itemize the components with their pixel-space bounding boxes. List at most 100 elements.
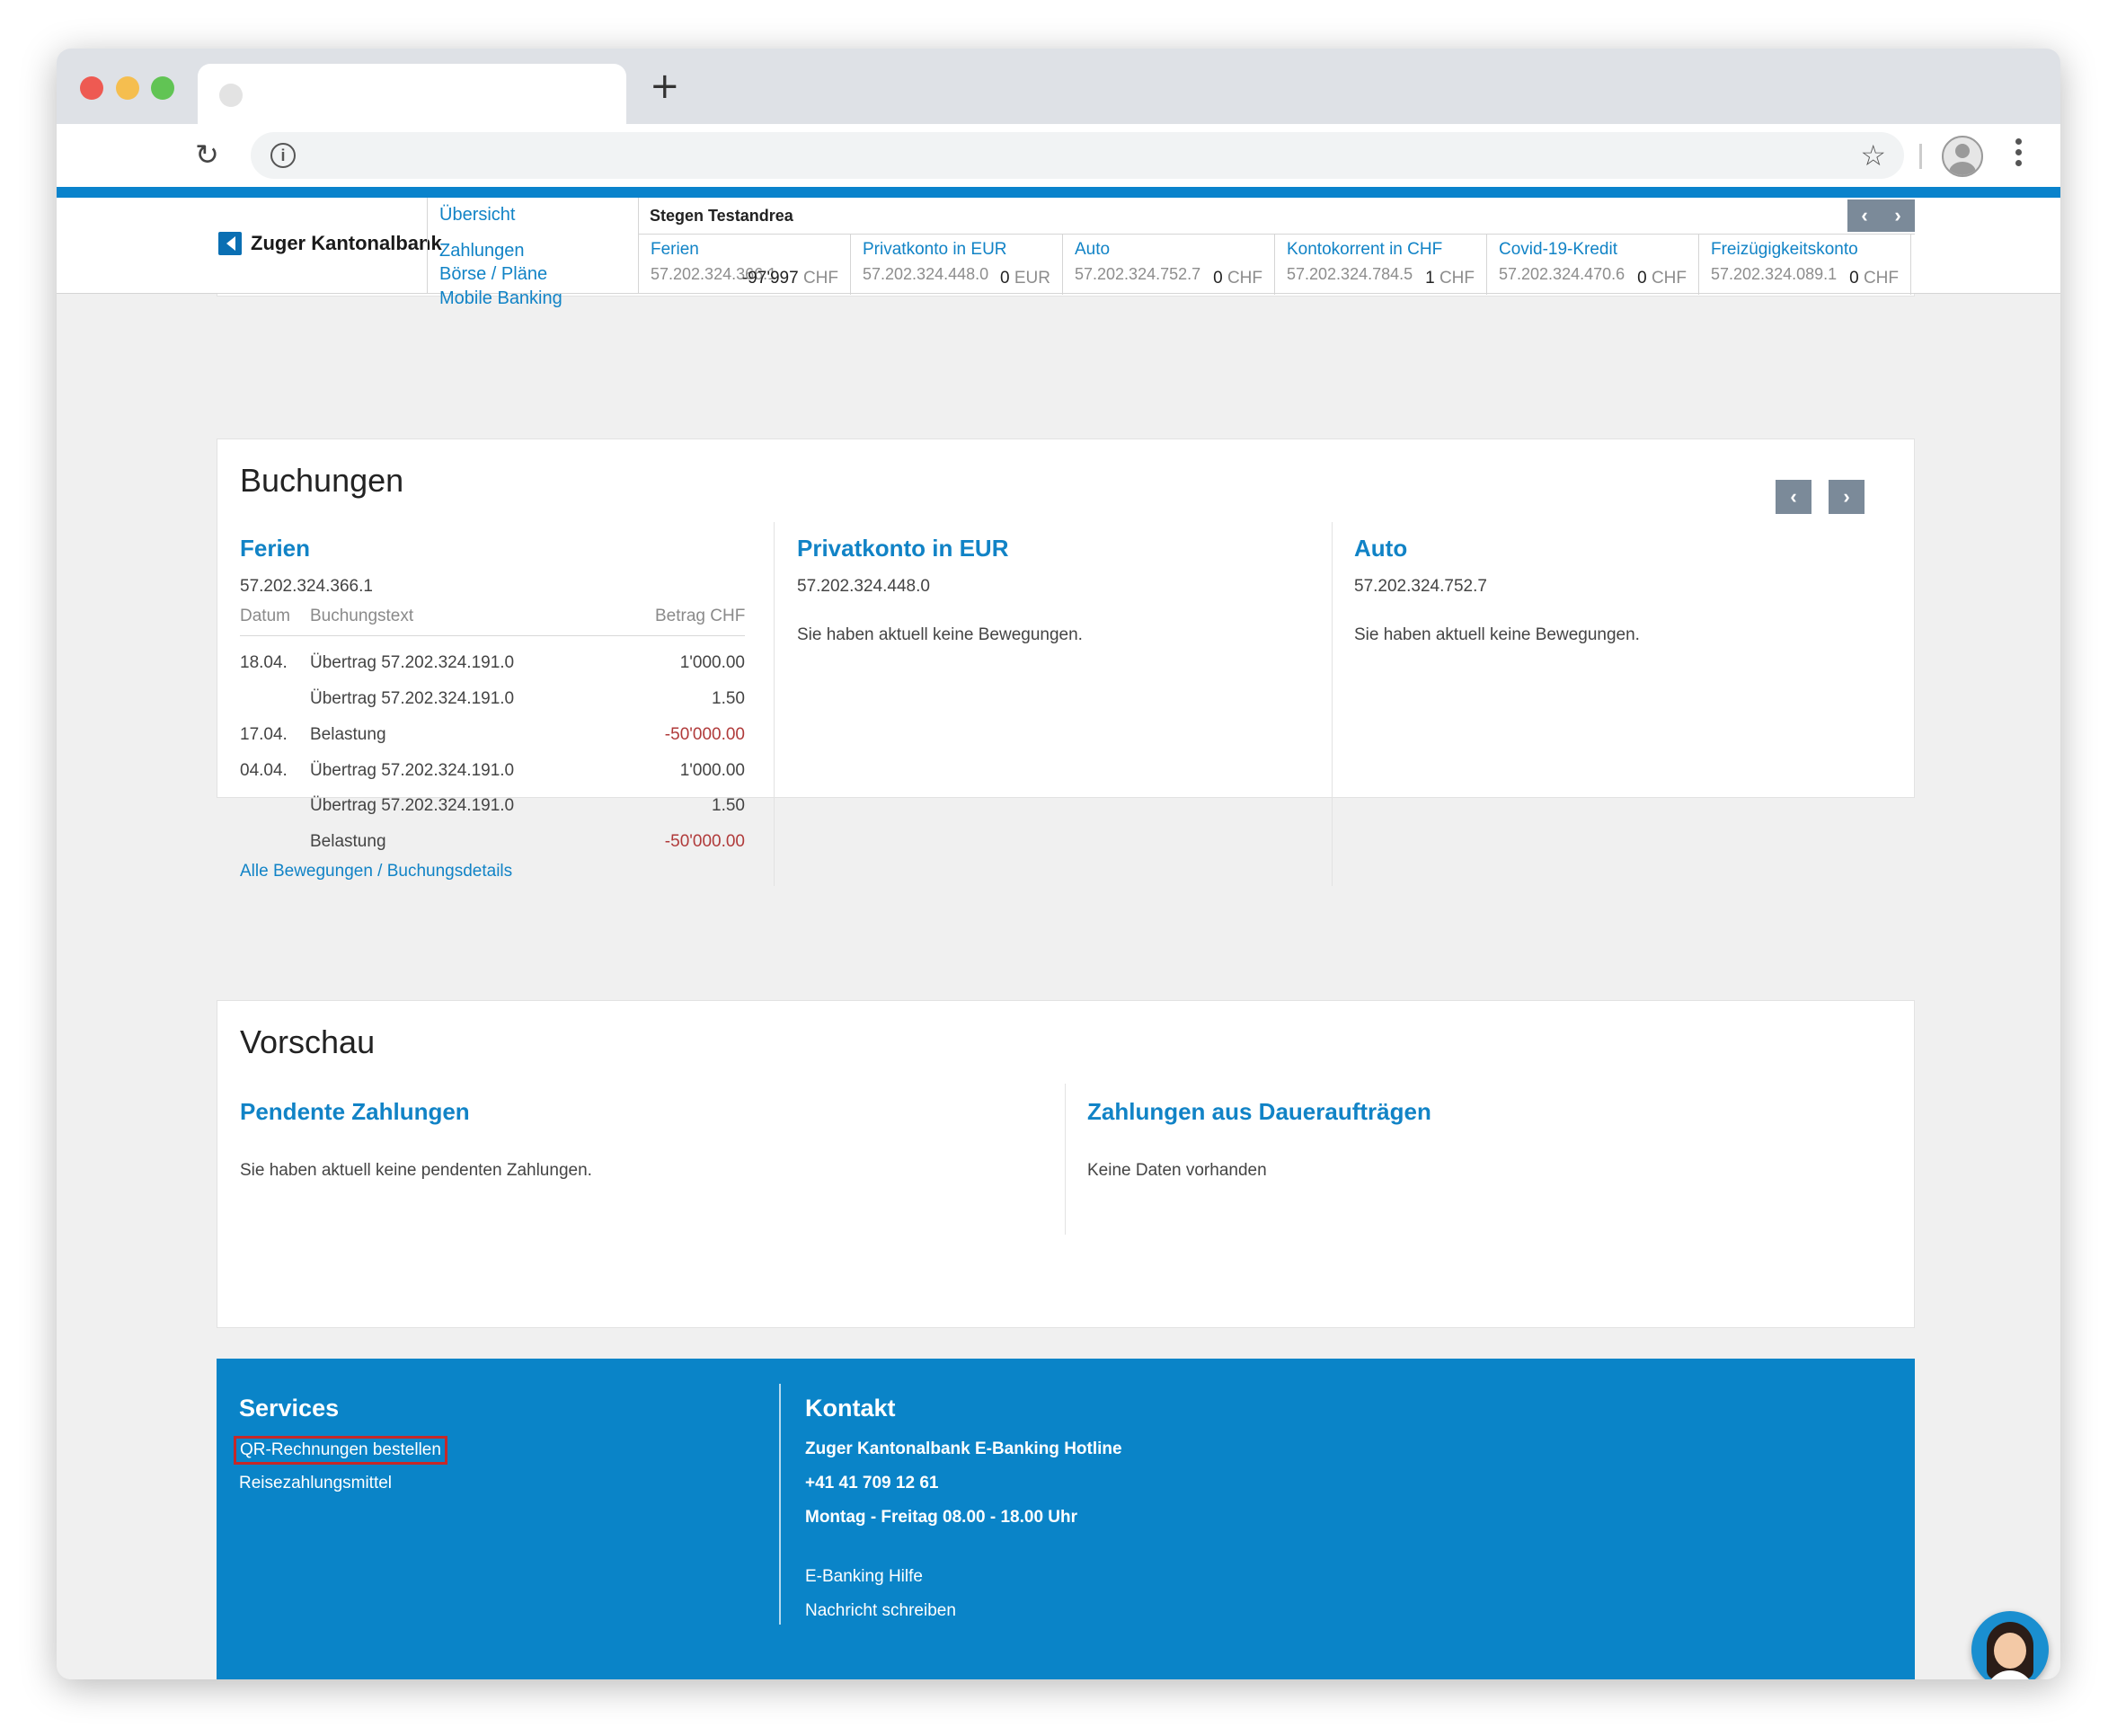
- row-text: Übertrag 57.202.324.191.0: [310, 653, 515, 672]
- privatkonto-account-link[interactable]: Privatkonto in EUR: [797, 535, 1008, 562]
- browser-toolbar: ↻ i ☆: [57, 124, 2060, 187]
- row-amount: 1.50: [712, 796, 745, 815]
- balance-currency: CHF: [1227, 269, 1262, 288]
- account-strip-next-button[interactable]: ›: [1881, 199, 1915, 232]
- column-divider: [1065, 1084, 1066, 1235]
- qr-invoices-link[interactable]: QR-Rechnungen bestellen: [234, 1436, 447, 1465]
- browser-menu-icon[interactable]: [2015, 138, 2023, 171]
- new-tab-button[interactable]: +: [650, 68, 680, 104]
- row-text: Übertrag 57.202.324.191.0: [310, 761, 515, 780]
- nav-mobile-banking[interactable]: Mobile Banking: [439, 288, 562, 309]
- profile-avatar-icon[interactable]: [1942, 136, 1983, 177]
- tab-favicon-icon: [219, 84, 243, 107]
- bookmark-star-icon[interactable]: ☆: [1860, 139, 1886, 172]
- account-balance: 0 CHF: [1213, 269, 1262, 288]
- row-amount: 1'000.00: [679, 653, 745, 672]
- account-name: Privatkonto in EUR: [863, 240, 1007, 259]
- pending-payments-link[interactable]: Pendente Zahlungen: [240, 1098, 470, 1126]
- auto-account-link[interactable]: Auto: [1354, 535, 1407, 562]
- balance-currency: CHF: [1651, 269, 1687, 288]
- col-header-betrag: Betrag CHF: [655, 607, 746, 625]
- account-balance: 0 CHF: [1849, 269, 1899, 288]
- reload-icon[interactable]: ↻: [195, 140, 224, 169]
- auto-iban: 57.202.324.752.7: [1354, 577, 1487, 596]
- balance-amount: 0: [1849, 269, 1859, 288]
- site-header: Zuger Kantonalbank Übersicht Zahlungen B…: [57, 198, 2060, 308]
- account-name: Ferien: [651, 240, 699, 259]
- site-footer: Services QR-Rechnungen bestellen Reiseza…: [217, 1359, 1915, 1679]
- page-viewport: Zuger Kantonalbank Übersicht Zahlungen B…: [57, 187, 2060, 1679]
- hotline-phone[interactable]: +41 41 709 12 61: [805, 1474, 938, 1493]
- account-owner: Stegen Testandrea: [650, 207, 793, 225]
- col-header-datum: Datum: [240, 607, 290, 625]
- site-info-icon[interactable]: i: [270, 143, 296, 168]
- balance-currency: EUR: [1014, 269, 1050, 288]
- address-bar[interactable]: i ☆: [251, 132, 1904, 179]
- account-name: Kontokorrent in CHF: [1287, 240, 1443, 259]
- buchungen-prev-button[interactable]: ‹: [1776, 480, 1811, 514]
- tab-bar: +: [57, 49, 2060, 124]
- chat-assistant-avatar-icon[interactable]: [1971, 1611, 2049, 1679]
- balance-currency: CHF: [802, 269, 838, 288]
- vorschau-title: Vorschau: [240, 1023, 376, 1060]
- row-text: Übertrag 57.202.324.191.0: [310, 689, 515, 708]
- travel-payment-link[interactable]: Reisezahlungsmittel: [239, 1474, 392, 1493]
- row-amount: -50'000.00: [664, 725, 745, 744]
- balance-cell: -97'997 CHF: [639, 261, 851, 294]
- nav-boerse-plaene[interactable]: Börse / Pläne: [439, 263, 547, 285]
- balance-amount: 1: [1425, 269, 1435, 288]
- contact-title: Kontakt: [805, 1395, 896, 1422]
- column-divider: [774, 522, 775, 886]
- browser-tab[interactable]: [198, 64, 626, 124]
- bank-logo-text: Zuger Kantonalbank: [251, 232, 442, 254]
- nav-zahlungen[interactable]: Zahlungen: [439, 240, 525, 261]
- close-window-button[interactable]: [80, 76, 103, 100]
- buchungen-next-button[interactable]: ›: [1829, 480, 1865, 514]
- brand-top-bar: [57, 187, 2060, 198]
- account-name: Freizügigkeitskonto: [1711, 240, 1858, 259]
- ebanking-help-link[interactable]: E-Banking Hilfe: [805, 1567, 923, 1587]
- balance-amount: -97'997: [741, 269, 799, 288]
- balance-amount: 0: [1637, 269, 1647, 288]
- nav-uebersicht[interactable]: Übersicht: [439, 204, 515, 226]
- browser-window: + ↻ i ☆ Zuger Kantonalbank Übersicht Zah…: [57, 49, 2060, 1679]
- account-strip-prev-button[interactable]: ‹: [1847, 199, 1882, 232]
- ferien-account-link[interactable]: Ferien: [240, 535, 310, 562]
- buchungen-card: Buchungen ‹ › Ferien 57.202.324.366.1 Da…: [217, 438, 1915, 886]
- vorschau-card: Vorschau Pendente Zahlungen Sie haben ak…: [217, 1000, 1915, 1328]
- account-balances-row: -97'997 CHF 0 EUR 0 CHF 1 CHF 0 CHF 0 CH…: [639, 261, 1915, 294]
- toolbar-divider: [1919, 144, 1922, 169]
- chat-avatar-face: [1994, 1633, 2026, 1669]
- table-header-divider: [240, 635, 745, 636]
- account-name: Covid-19-Kredit: [1499, 240, 1617, 259]
- main-navigation: Übersicht Zahlungen Börse / Pläne Mobile…: [427, 198, 639, 308]
- account-balance: 0 CHF: [1637, 269, 1687, 288]
- hotline-name: Zuger Kantonalbank E-Banking Hotline: [805, 1439, 1122, 1458]
- account-balance: 0 EUR: [1000, 269, 1050, 288]
- balance-cell: 0 EUR: [851, 261, 1063, 294]
- standing-empty-message: Keine Daten vorhanden: [1087, 1161, 1267, 1180]
- col-header-buchungstext: Buchungstext: [310, 607, 414, 625]
- row-text: Übertrag 57.202.324.191.0: [310, 796, 515, 815]
- balance-currency: CHF: [1863, 269, 1899, 288]
- balance-cell: 0 CHF: [1699, 261, 1911, 294]
- row-date: 18.04.: [240, 653, 288, 672]
- hotline-hours: Montag - Freitag 08.00 - 18.00 Uhr: [805, 1508, 1078, 1527]
- balance-cell: 1 CHF: [1275, 261, 1487, 294]
- footer-divider: [779, 1384, 781, 1625]
- row-text: Belastung: [310, 725, 386, 744]
- bank-logo[interactable]: Zuger Kantonalbank: [218, 232, 442, 255]
- balance-amount: 0: [1213, 269, 1223, 288]
- balance-currency: CHF: [1439, 269, 1475, 288]
- standing-orders-link[interactable]: Zahlungen aus Daueraufträgen: [1087, 1098, 1431, 1126]
- services-title: Services: [239, 1395, 340, 1422]
- minimize-window-button[interactable]: [116, 76, 139, 100]
- buchungen-title: Buchungen: [240, 462, 404, 499]
- account-strip: Stegen Testandrea ‹ › Ferien 57.202.324.…: [639, 198, 1915, 295]
- account-balance: 1 CHF: [1425, 269, 1475, 288]
- all-movements-link[interactable]: Alle Bewegungen / Buchungsdetails: [240, 862, 512, 881]
- maximize-window-button[interactable]: [151, 76, 174, 100]
- pending-empty-message: Sie haben aktuell keine pendenten Zahlun…: [240, 1161, 592, 1180]
- write-message-link[interactable]: Nachricht schreiben: [805, 1601, 956, 1621]
- bank-logo-icon: [218, 232, 242, 255]
